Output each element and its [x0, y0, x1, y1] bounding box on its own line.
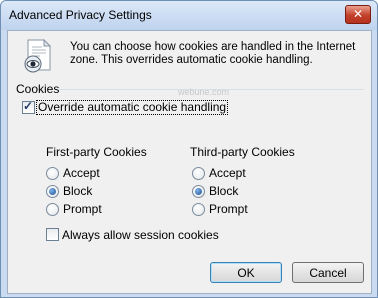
first-party-title: First-party Cookies	[46, 145, 147, 159]
first-party-accept-label[interactable]: Accept	[63, 166, 100, 180]
third-party-block-label[interactable]: Block	[209, 184, 238, 198]
first-party-prompt-label[interactable]: Prompt	[63, 202, 102, 216]
first-party-block-label[interactable]: Block	[63, 184, 92, 198]
ok-button[interactable]: OK	[210, 262, 282, 283]
third-party-prompt-radio[interactable]	[192, 203, 205, 216]
first-party-accept-radio[interactable]	[46, 167, 59, 180]
title-bar[interactable]: Advanced Privacy Settings ✕	[1, 1, 377, 30]
cookies-group-label: Cookies	[16, 82, 60, 96]
override-label[interactable]: Override automatic cookie handling	[36, 100, 229, 115]
intro-text: You can choose how cookies are handled i…	[70, 41, 356, 66]
radio-selected-dot	[49, 188, 56, 195]
dialog-body: You can choose how cookies are handled i…	[7, 30, 372, 294]
cancel-button[interactable]: Cancel	[292, 262, 364, 283]
third-party-accept-radio[interactable]	[192, 167, 205, 180]
third-party-title: Third-party Cookies	[190, 145, 295, 159]
privacy-document-eye-icon	[24, 38, 52, 73]
third-party-block-radio[interactable]	[192, 185, 205, 198]
privacy-dialog: Advanced Privacy Settings ✕ You can choo…	[0, 0, 378, 298]
window-title: Advanced Privacy Settings	[9, 8, 152, 22]
close-button[interactable]: ✕	[345, 5, 371, 24]
first-party-prompt-radio[interactable]	[46, 203, 59, 216]
checkmark-icon: ✓	[23, 99, 34, 113]
session-cookies-checkbox[interactable]	[46, 228, 59, 241]
override-checkbox[interactable]: ✓	[22, 99, 35, 114]
third-party-accept-label[interactable]: Accept	[209, 166, 246, 180]
session-cookies-label[interactable]: Always allow session cookies	[62, 228, 219, 242]
radio-selected-dot	[195, 188, 202, 195]
first-party-block-radio[interactable]	[46, 185, 59, 198]
close-icon: ✕	[352, 7, 364, 21]
third-party-prompt-label[interactable]: Prompt	[209, 202, 248, 216]
watermark-text: webune.com	[178, 87, 230, 97]
